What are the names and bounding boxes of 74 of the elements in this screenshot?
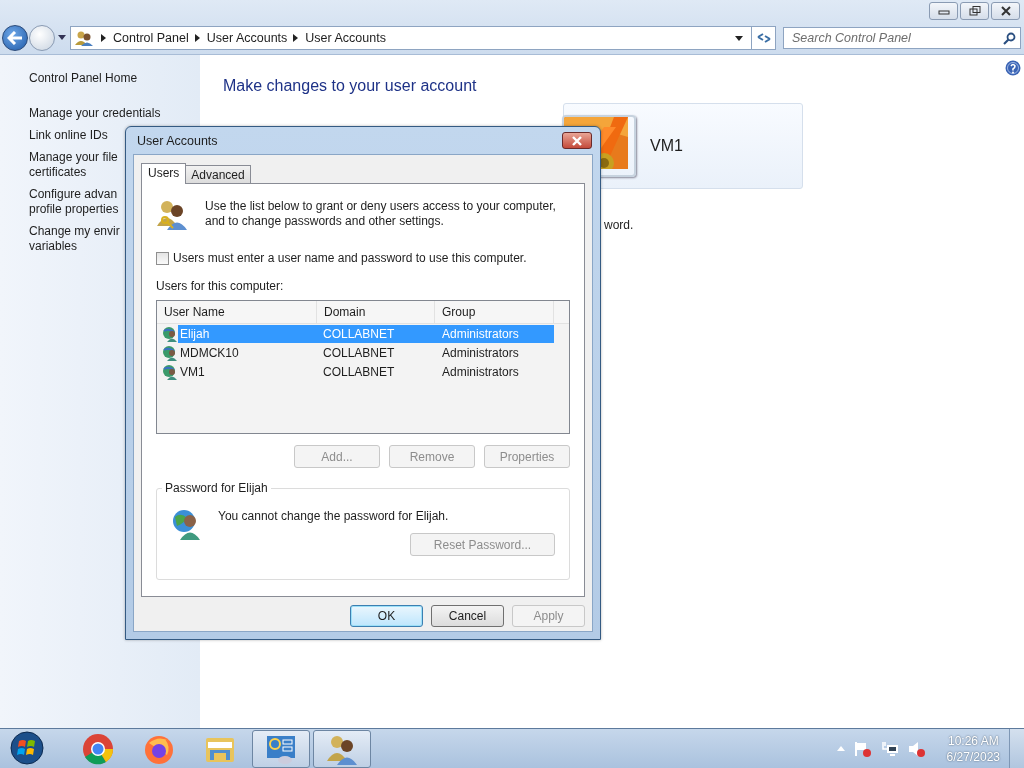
history-dropdown-icon[interactable] bbox=[58, 35, 66, 41]
user-row[interactable]: MDMCK10 COLLABNET Administrators bbox=[157, 343, 569, 362]
chrome-icon bbox=[82, 732, 114, 765]
list-label: Users for this computer: bbox=[156, 279, 285, 293]
page-heading: Make changes to your user account bbox=[223, 77, 478, 95]
checkbox[interactable] bbox=[156, 251, 169, 265]
checkbox-label[interactable]: Users must enter a user name and password to use this computer. bbox=[173, 251, 527, 265]
chevron-icon[interactable] bbox=[101, 34, 106, 42]
control-panel-icon bbox=[265, 733, 297, 764]
sidebar-link[interactable]: Control Panel Home bbox=[29, 71, 138, 86]
windows-logo-icon bbox=[10, 730, 44, 765]
column-header[interactable]: User Name bbox=[157, 301, 317, 323]
minimize-icon bbox=[937, 7, 950, 15]
breadcrumb[interactable]: Control Panel bbox=[113, 31, 189, 45]
start-button[interactable] bbox=[9, 730, 45, 767]
dialog-button[interactable]: OK bbox=[350, 605, 423, 627]
account-name: VM1 bbox=[650, 137, 683, 155]
sidebar-link[interactable]: Change my envir variables bbox=[29, 224, 120, 254]
dropdown-icon[interactable] bbox=[735, 35, 743, 41]
table-cell-text: Administrators bbox=[441, 364, 520, 379]
user-icon bbox=[162, 325, 178, 342]
table-cell-text: Elijah bbox=[179, 326, 211, 341]
tab[interactable]: Advanced bbox=[185, 165, 251, 183]
breadcrumb[interactable]: User Accounts bbox=[305, 31, 386, 45]
speaker-muted-icon[interactable] bbox=[907, 740, 926, 757]
restore-button[interactable] bbox=[960, 2, 989, 20]
network-icon[interactable] bbox=[880, 740, 899, 757]
users-icon bbox=[75, 30, 93, 46]
table-cell-text: COLLABNET bbox=[322, 326, 396, 341]
user-icon bbox=[171, 508, 203, 540]
password-message: You cannot change the password for Elijah. bbox=[218, 509, 449, 523]
sidebar-link[interactable]: Configure advan profile properties bbox=[29, 187, 119, 217]
close-button[interactable] bbox=[991, 2, 1020, 20]
description-text: word. bbox=[604, 218, 635, 232]
table-cell-text: VM1 bbox=[179, 364, 206, 379]
help-icon[interactable] bbox=[1005, 60, 1021, 76]
users-icon bbox=[156, 198, 188, 230]
instructions-text: Use the list below to grant or deny users access to your computer, and to change passwords and other settings. bbox=[205, 199, 557, 229]
dialog-title: User Accounts bbox=[137, 133, 218, 148]
table-cell-text: Administrators bbox=[441, 326, 520, 341]
flag-error-icon[interactable] bbox=[853, 740, 872, 757]
table-cell-text: Administrators bbox=[441, 345, 520, 360]
search-box[interactable]: Search Control Panel bbox=[783, 27, 1021, 49]
user-row[interactable]: VM1 COLLABNET Administrators bbox=[157, 362, 569, 381]
search-field[interactable]: Search Control Panel bbox=[792, 31, 1003, 45]
restore-icon bbox=[968, 6, 981, 16]
table-cell-text: COLLABNET bbox=[322, 364, 396, 379]
control-panel-taskbar-button[interactable] bbox=[252, 729, 310, 768]
sidebar-link[interactable]: Manage your credentials bbox=[29, 106, 161, 121]
back-button[interactable] bbox=[2, 25, 28, 51]
group-title: Password for Elijah bbox=[162, 481, 271, 495]
clock-time: 10:26 AM bbox=[947, 732, 999, 749]
user-icon bbox=[162, 344, 178, 361]
dialog-button[interactable]: Cancel bbox=[431, 605, 504, 627]
search-icon[interactable] bbox=[1003, 31, 1016, 45]
table-cell-text: MDMCK10 bbox=[179, 345, 240, 360]
column-header[interactable]: Domain bbox=[317, 301, 435, 323]
table-cell-text: COLLABNET bbox=[322, 345, 396, 360]
users-taskbar-button[interactable] bbox=[313, 729, 371, 768]
close-icon bbox=[571, 135, 583, 146]
sidebar-link[interactable]: Link online IDs bbox=[29, 128, 108, 143]
back-arrow-icon bbox=[7, 31, 23, 45]
close-button[interactable] bbox=[562, 132, 592, 149]
close-icon bbox=[999, 6, 1012, 16]
chevron-icon[interactable] bbox=[194, 34, 200, 42]
sidebar-link[interactable]: Manage your file certificates bbox=[29, 150, 118, 180]
column-header[interactable]: Group bbox=[435, 301, 554, 323]
breadcrumb[interactable]: User Accounts bbox=[206, 31, 288, 45]
refresh-button[interactable] bbox=[752, 26, 776, 50]
user-icon bbox=[162, 363, 178, 380]
address-bar[interactable]: Control Panel User Accounts User Accounts bbox=[70, 26, 752, 50]
clock-date: 6/27/2023 bbox=[946, 748, 1000, 765]
tab[interactable]: Users bbox=[141, 163, 187, 184]
chevron-icon[interactable] bbox=[293, 34, 299, 42]
